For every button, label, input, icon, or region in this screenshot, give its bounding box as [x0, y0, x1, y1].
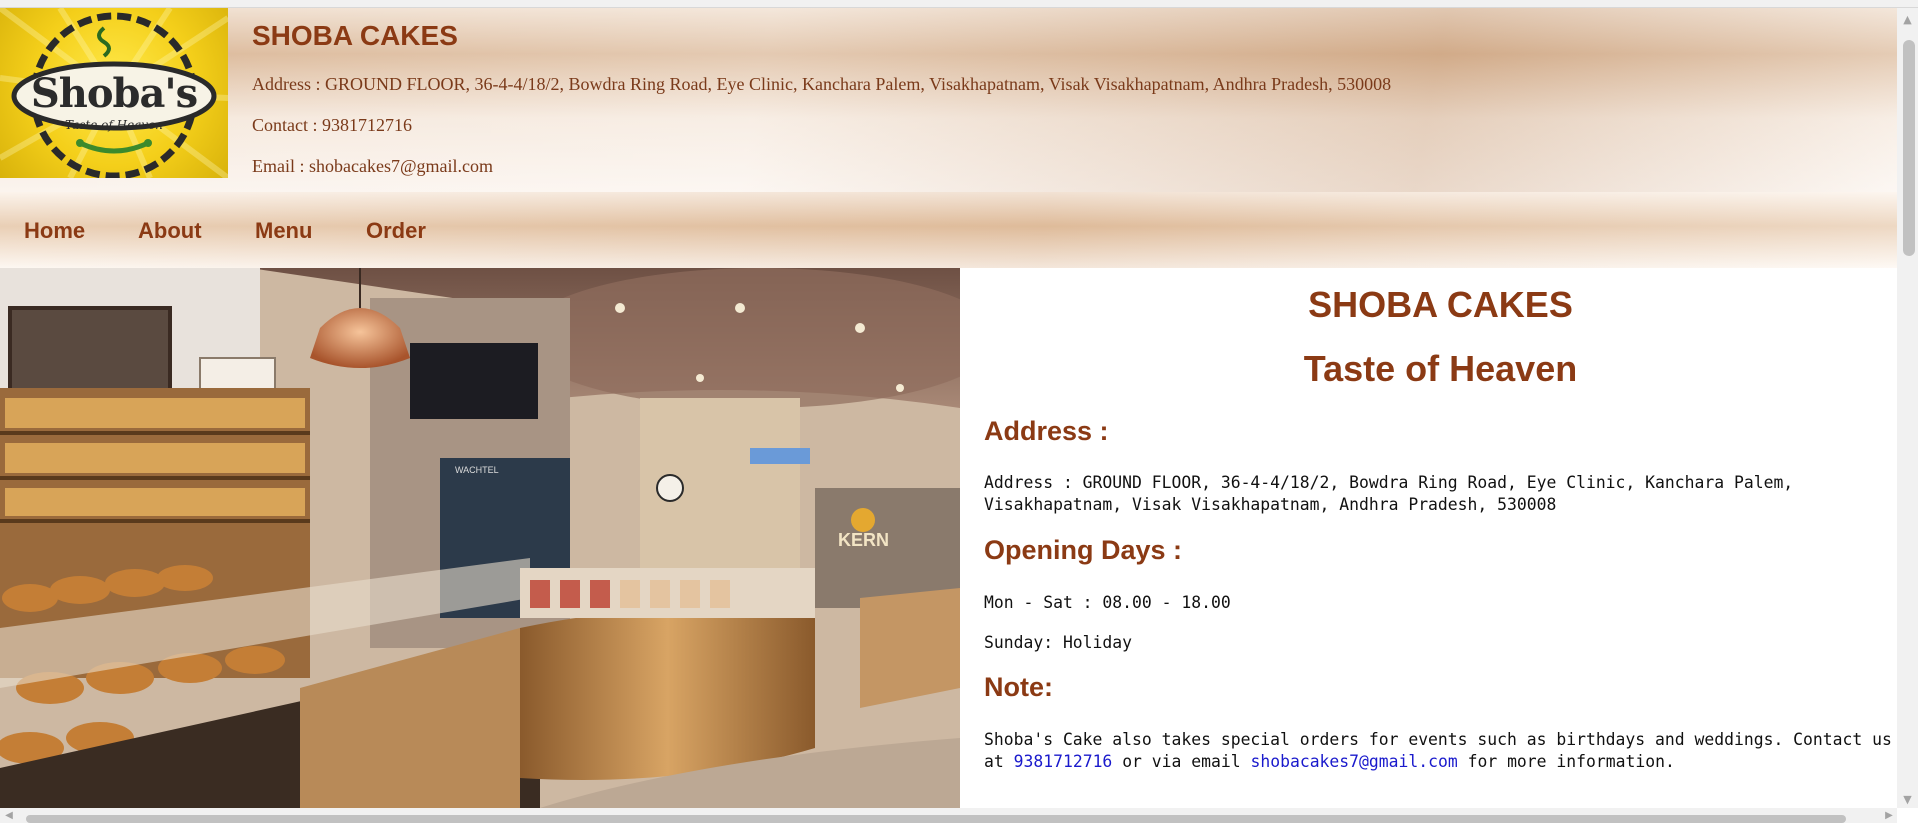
brand-block: SHOBA CAKES — [252, 20, 458, 52]
phone-link[interactable]: 9381712716 — [1014, 752, 1113, 771]
opening-days-heading: Opening Days : — [984, 535, 1183, 565]
note-end: for more information. — [1467, 752, 1675, 771]
header-email: Email : shobacakes7@gmail.com — [252, 156, 494, 176]
kern-store-sign: KERN — [838, 530, 889, 550]
bakery-interior-image: KERN WACHTEL — [0, 268, 960, 808]
address-line-1: Address : GROUND FLOOR, 36-4-4/18/2, Bow… — [984, 473, 1794, 492]
shobas-logo[interactable]: Shoba's Taste of Heaven — [0, 8, 228, 178]
brand-title: SHOBA CAKES — [252, 20, 458, 51]
scroll-up-arrow-icon[interactable]: ▲ — [1900, 12, 1915, 27]
header-address: Address : GROUND FLOOR, 36-4-4/18/2, Bow… — [252, 74, 1392, 94]
bakery-interior-photo: KERN WACHTEL — [0, 268, 960, 808]
scroll-right-arrow-icon[interactable]: ▶ — [1882, 808, 1896, 823]
vertical-scroll-thumb[interactable] — [1903, 40, 1915, 256]
content-title: SHOBA CAKES — [1308, 284, 1573, 325]
address-line-2: Visakhapatnam, Visak Visakhapatnam, Andh… — [984, 495, 1557, 514]
nav-menu[interactable]: Menu — [255, 218, 312, 244]
wall-clock-icon — [656, 474, 684, 502]
horizontal-scroll-thumb[interactable] — [26, 815, 1846, 823]
header-contact: Contact : 9381712716 — [252, 115, 412, 135]
nav-home[interactable]: Home — [24, 218, 85, 244]
scroll-left-arrow-icon[interactable]: ◀ — [2, 808, 16, 823]
sunday-hours: Sunday: Holiday — [984, 633, 1133, 652]
note-heading: Note: — [984, 672, 1053, 702]
content-subtitle: Taste of Heaven — [1303, 348, 1578, 389]
note-line-1: Shoba's Cake also takes special orders f… — [984, 730, 1892, 749]
scroll-down-arrow-icon[interactable]: ▼ — [1900, 792, 1915, 807]
browser-top-edge — [0, 0, 1918, 8]
shop-info-panel: SHOBA CAKES Taste of Heaven Address : Ad… — [984, 268, 1897, 808]
note-mid: or via email — [1122, 752, 1241, 771]
email-link[interactable]: shobacakes7@gmail.com — [1250, 752, 1457, 771]
address-heading: Address : — [984, 416, 1109, 446]
weekday-hours: Mon - Sat : 08.00 - 18.00 — [984, 593, 1231, 612]
logo-tagline: Taste of Heaven — [65, 118, 163, 132]
main-nav: Home About Menu Order — [0, 192, 1897, 268]
note-at: at — [984, 752, 1004, 771]
logo-wordmark: Shoba's — [30, 70, 198, 117]
oven-label: WACHTEL — [455, 465, 499, 475]
nav-about[interactable]: About — [138, 218, 202, 244]
note-line-2: at 9381712716 or via email shobacakes7@g… — [984, 751, 1897, 773]
nav-order[interactable]: Order — [366, 218, 426, 244]
site-header: Shoba's Taste of Heaven SHOBA CAKES Addr… — [0, 8, 1897, 192]
